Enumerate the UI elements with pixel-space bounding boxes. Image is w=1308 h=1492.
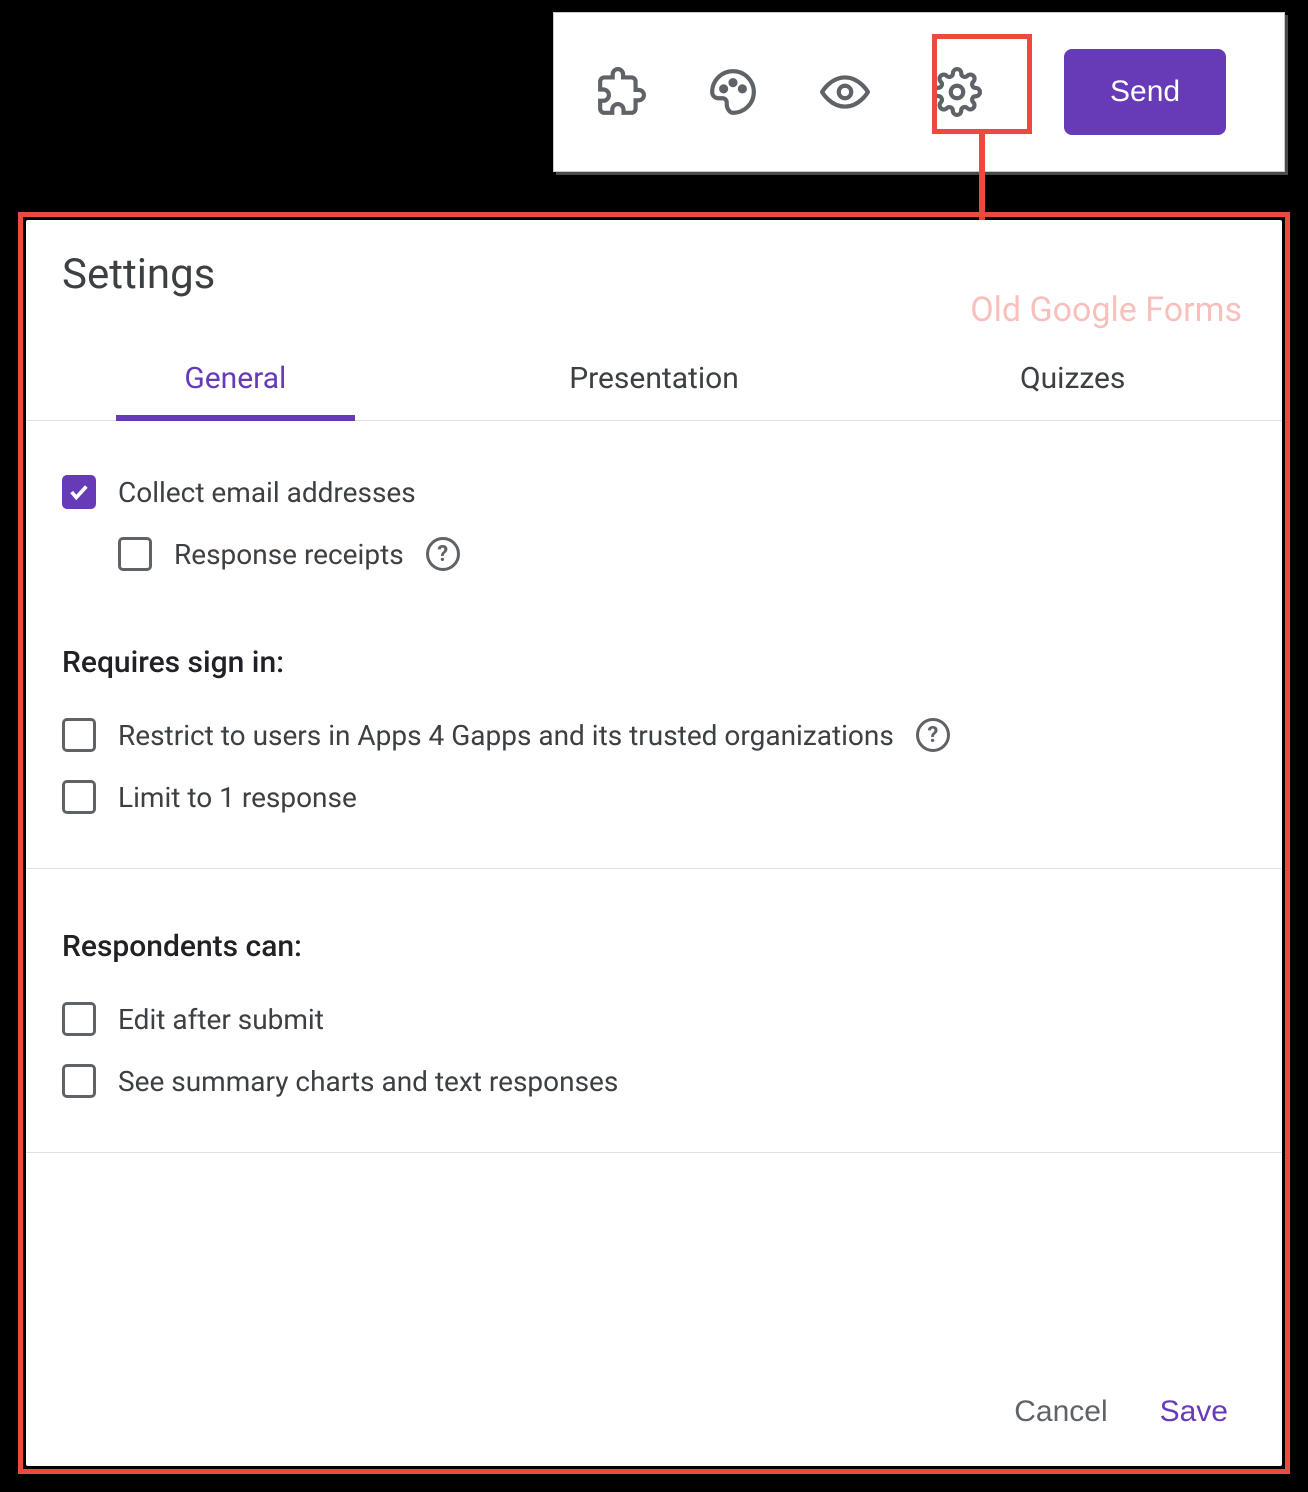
divider <box>26 868 1282 869</box>
help-icon[interactable]: ? <box>426 537 460 571</box>
section-respondents-can: Respondents can: <box>62 929 1246 964</box>
label-restrict-org: Restrict to users in Apps 4 Gapps and it… <box>118 719 894 752</box>
help-icon[interactable]: ? <box>916 718 950 752</box>
checkbox-response-receipts[interactable] <box>118 537 152 571</box>
forms-toolbar: Send <box>553 12 1285 172</box>
tab-quizzes[interactable]: Quizzes <box>863 339 1282 420</box>
settings-gear-icon[interactable] <box>932 67 982 117</box>
save-button[interactable]: Save <box>1154 1394 1234 1430</box>
annotation-watermark: Old Google Forms <box>970 290 1242 330</box>
tab-presentation[interactable]: Presentation <box>445 339 864 420</box>
preview-icon[interactable] <box>820 67 870 117</box>
checkbox-collect-email[interactable] <box>62 475 96 509</box>
palette-icon[interactable] <box>708 67 758 117</box>
label-see-summary: See summary charts and text responses <box>118 1065 618 1098</box>
checkbox-see-summary[interactable] <box>62 1064 96 1098</box>
label-collect-email: Collect email addresses <box>118 476 416 509</box>
divider <box>26 1152 1282 1153</box>
label-limit-one: Limit to 1 response <box>118 781 357 814</box>
settings-content: Collect email addresses Response receipt… <box>26 421 1282 1358</box>
settings-dialog: Settings Old Google Forms General Presen… <box>26 220 1282 1466</box>
section-requires-signin: Requires sign in: <box>62 645 1246 680</box>
tab-general[interactable]: General <box>26 339 445 420</box>
settings-tabs: General Presentation Quizzes <box>26 339 1282 421</box>
addons-icon[interactable] <box>596 67 646 117</box>
checkbox-edit-after-submit[interactable] <box>62 1002 96 1036</box>
checkbox-restrict-org[interactable] <box>62 718 96 752</box>
send-button[interactable]: Send <box>1064 49 1226 135</box>
dialog-footer: Cancel Save <box>26 1358 1282 1466</box>
label-edit-after-submit: Edit after submit <box>118 1003 324 1036</box>
label-response-receipts: Response receipts <box>174 538 404 571</box>
checkbox-limit-one[interactable] <box>62 780 96 814</box>
cancel-button[interactable]: Cancel <box>1008 1394 1113 1430</box>
